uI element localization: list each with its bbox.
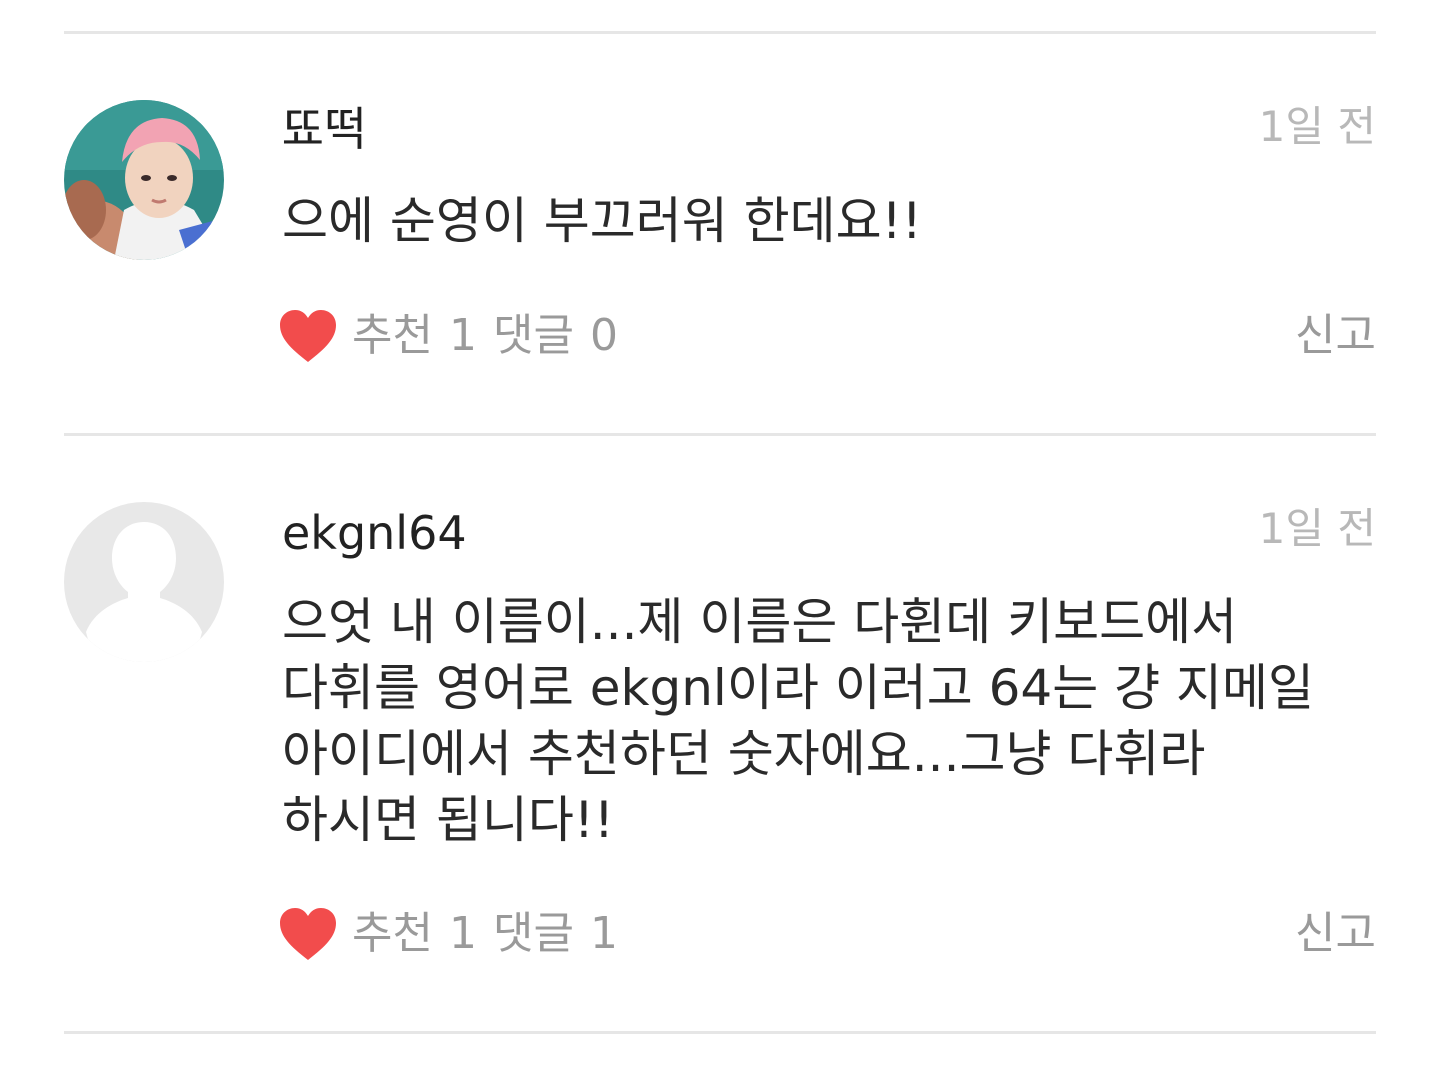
avatar[interactable]	[64, 502, 224, 662]
divider	[64, 1031, 1376, 1034]
timestamp: 1일 전	[1258, 102, 1376, 151]
avatar[interactable]	[64, 100, 224, 260]
timestamp: 1일 전	[1258, 504, 1376, 553]
report-button[interactable]: 신고	[1295, 306, 1376, 366]
heart-icon[interactable]	[278, 906, 338, 962]
reply-count[interactable]: 1	[590, 904, 618, 964]
reply-label[interactable]: 댓글	[493, 904, 574, 964]
heart-icon[interactable]	[278, 308, 338, 364]
comment-actions: 추천 1 댓글 0	[278, 306, 618, 366]
divider	[64, 31, 1376, 34]
comment-list: 뚀떡 1일 전 으에 순영이 부끄러워 한데요!! 추천 1 댓글 0 신고 e…	[0, 0, 1440, 1080]
username[interactable]: 뚀떡	[282, 101, 367, 157]
divider	[64, 433, 1376, 436]
username[interactable]: ekgnl64	[282, 505, 467, 561]
default-avatar-icon	[64, 502, 224, 662]
reply-label[interactable]: 댓글	[493, 306, 574, 366]
like-label: 추천	[352, 310, 433, 361]
comment-text: 으엇 내 이름이...제 이름은 다휜데 키보드에서 다휘를 영어로 ekgnl…	[282, 593, 1315, 849]
reply-count[interactable]: 0	[590, 306, 618, 366]
like-label: 추천	[352, 908, 433, 959]
comment-text: 으에 순영이 부끄러워 한데요!!	[282, 192, 922, 250]
like-count: 1	[448, 908, 477, 959]
profile-photo-icon	[64, 100, 224, 260]
like-count: 1	[448, 310, 477, 361]
report-button[interactable]: 신고	[1295, 904, 1376, 964]
comment-actions: 추천 1 댓글 1	[278, 904, 618, 964]
